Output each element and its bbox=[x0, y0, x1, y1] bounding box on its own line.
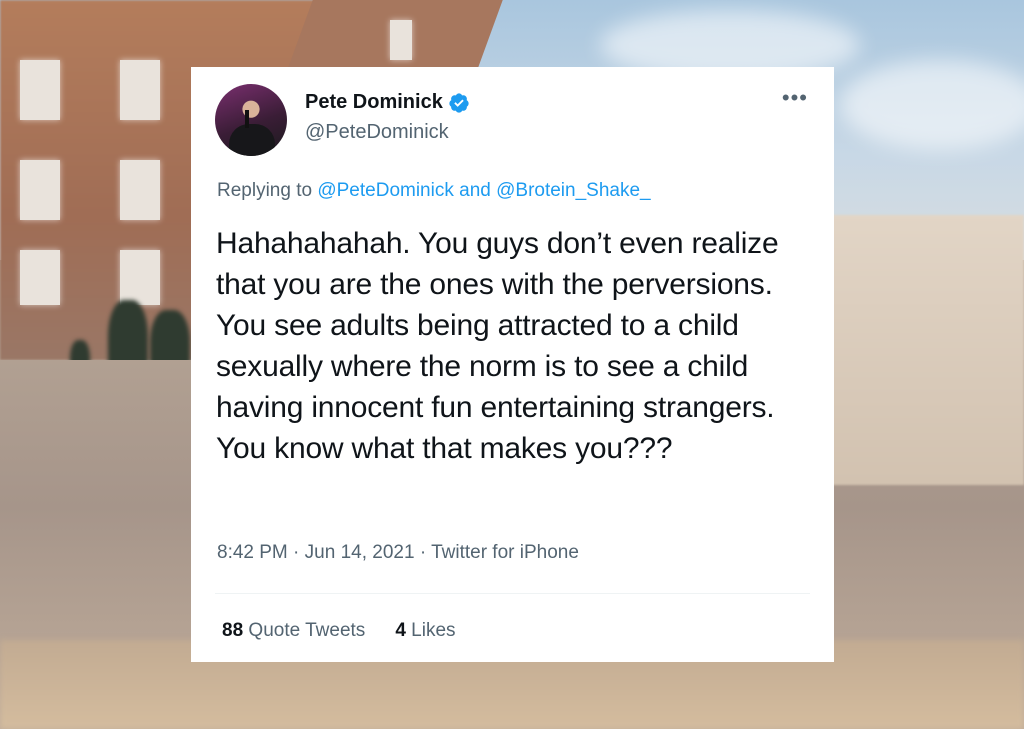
quote-tweets-count: 88 bbox=[222, 620, 244, 641]
background-cloud bbox=[840, 60, 1024, 150]
mention-conjunction: and bbox=[459, 180, 491, 201]
likes-label: Likes bbox=[411, 620, 456, 641]
divider bbox=[215, 593, 810, 594]
quote-tweets-stat[interactable]: 88 Quote Tweets bbox=[222, 620, 365, 642]
meta-separator: · bbox=[419, 542, 427, 563]
more-options-icon[interactable]: ••• bbox=[782, 87, 808, 109]
avatar[interactable] bbox=[215, 84, 287, 156]
background-window bbox=[120, 160, 160, 220]
author-display-name[interactable]: Pete Dominick bbox=[305, 91, 443, 114]
tweet-card: Pete Dominick @PeteDominick ••• Replying… bbox=[191, 67, 834, 662]
mention-link-2[interactable]: @Brotein_Shake_ bbox=[496, 180, 651, 201]
likes-stat[interactable]: 4 Likes bbox=[395, 620, 455, 642]
avatar-figure bbox=[229, 124, 275, 156]
tweet-source[interactable]: Twitter for iPhone bbox=[431, 542, 579, 563]
meta-separator: · bbox=[293, 542, 300, 563]
background-window bbox=[20, 160, 60, 220]
verified-badge-icon bbox=[448, 92, 470, 114]
tweet-text: Hahahahahah. You guys don’t even realize… bbox=[216, 227, 779, 465]
author-handle[interactable]: @PeteDominick bbox=[305, 121, 449, 144]
tweet-date[interactable]: Jun 14, 2021 bbox=[305, 542, 415, 563]
tweet-time[interactable]: 8:42 PM bbox=[217, 542, 288, 563]
background-window bbox=[20, 250, 60, 305]
avatar-microphone bbox=[245, 110, 249, 128]
tweet-stats: 88 Quote Tweets 4 Likes bbox=[222, 620, 456, 642]
background-window bbox=[390, 20, 412, 60]
background-wall bbox=[830, 215, 1024, 485]
quote-tweets-label: Quote Tweets bbox=[248, 620, 366, 641]
replying-to-prefix: Replying to bbox=[217, 180, 313, 201]
mention-link-1[interactable]: @PeteDominick bbox=[317, 180, 454, 201]
background-window bbox=[120, 60, 160, 120]
likes-count: 4 bbox=[395, 620, 406, 641]
background-window bbox=[120, 250, 160, 305]
replying-to-line: Replying to @PeteDominick and @Brotein_S… bbox=[217, 180, 651, 202]
tweet-metadata: 8:42 PM · Jun 14, 2021 · Twitter for iPh… bbox=[217, 542, 579, 564]
author-name-row: Pete Dominick bbox=[305, 91, 470, 114]
background-window bbox=[20, 60, 60, 120]
